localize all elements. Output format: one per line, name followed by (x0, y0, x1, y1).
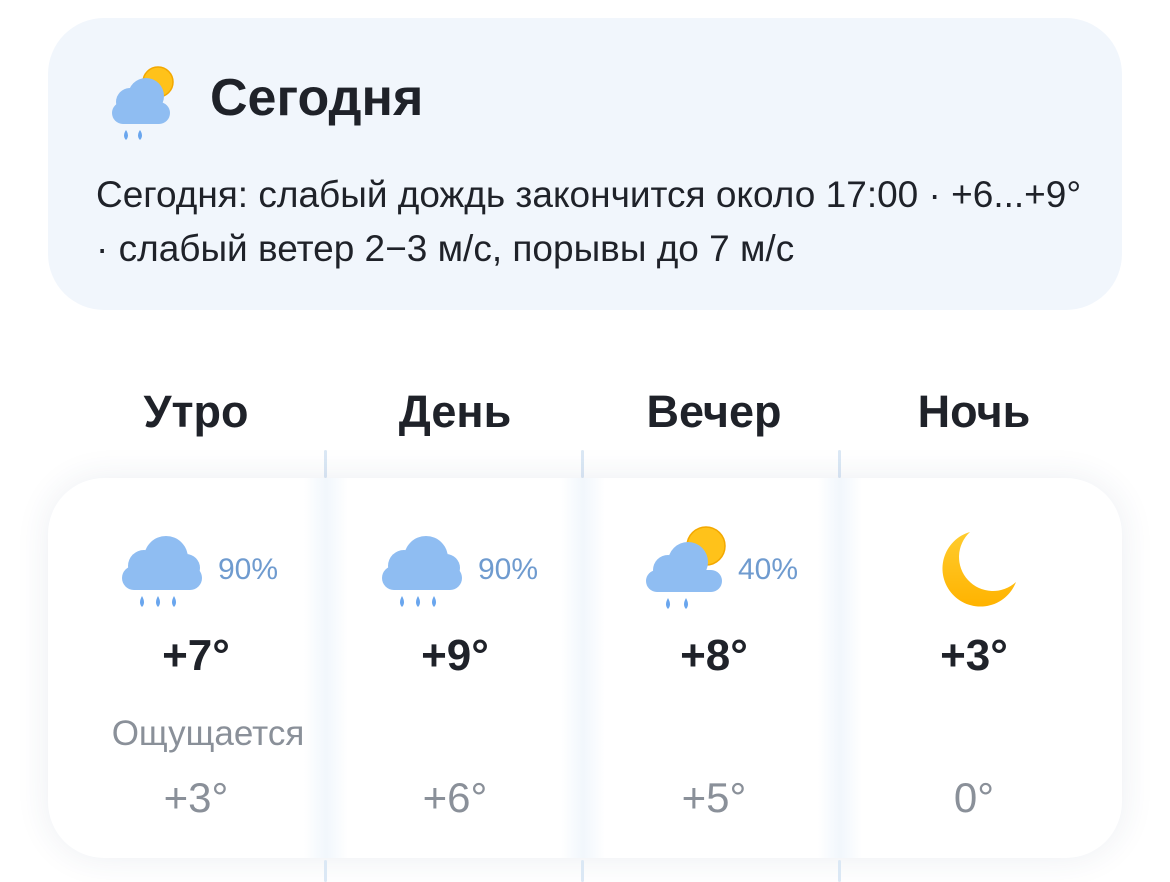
rain-cloud-icon (382, 536, 462, 607)
temperature: +8° (680, 631, 748, 680)
feels-like-temperature: +3° (163, 774, 229, 821)
cloud-sun-rain-icon (646, 526, 726, 609)
rain-cloud-icon (122, 536, 202, 607)
period-header-day: День (398, 386, 512, 437)
weather-today-screen: Сегодня Сегодня: слабый дождь закончится… (0, 0, 1170, 882)
precipitation-probability: 90% (218, 553, 279, 586)
cloud-sun-light-rain-icon (112, 66, 174, 140)
feels-like-temperature: +5° (681, 774, 747, 821)
today-summary-card[interactable]: Сегодня Сегодня: слабый дождь закончится… (48, 18, 1122, 310)
column-divider (324, 860, 327, 882)
moon-icon (942, 532, 1016, 607)
feels-like-temperature: 0° (953, 774, 995, 821)
period-header-evening: Вечер (646, 386, 782, 437)
precipitation-probability: 40% (738, 553, 799, 586)
column-divider (838, 860, 841, 882)
column-divider (838, 450, 841, 478)
column-divider (581, 450, 584, 478)
temperature: +7° (162, 631, 230, 680)
column-divider (324, 450, 327, 478)
temperature: +9° (421, 631, 489, 680)
period-header-night: Ночь (917, 386, 1031, 437)
column-divider (581, 860, 584, 882)
precipitation-probability: 90% (478, 553, 539, 586)
period-header-morning: Утро (143, 386, 249, 437)
feels-like-temperature: +6° (422, 774, 488, 821)
temperature: +3° (940, 631, 1008, 680)
summary-description: Сегодня: слабый дождь закончится около 1… (96, 174, 1082, 269)
feels-like-label: Ощущается (111, 714, 305, 753)
summary-title: Сегодня (210, 69, 424, 127)
